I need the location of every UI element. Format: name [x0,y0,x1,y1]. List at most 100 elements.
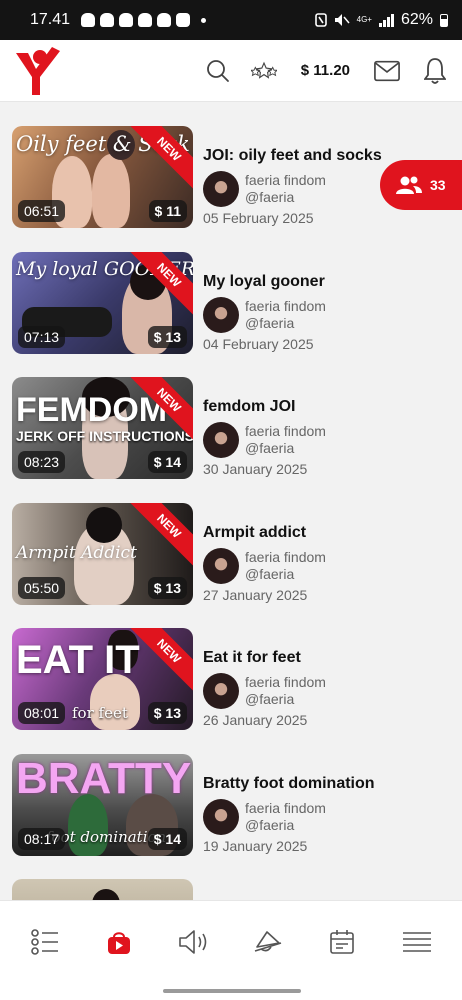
video-date: 19 January 2025 [203,837,308,854]
video-info: Armpit addict faeria findom @faeria 27 J… [203,524,443,603]
avatar[interactable] [203,673,239,709]
app-header: $ 11.20 [0,40,462,102]
video-card[interactable]: My loyal GOONER NEW 07:13 $ 13 My loyal … [12,251,452,354]
video-price: $ 14 [147,827,187,850]
video-card[interactable]: Armpit Addict NEW 05:50 $ 13 Armpit addi… [12,502,452,605]
video-price: $ 13 [147,325,187,348]
followers-tab[interactable]: 33 [380,160,462,210]
video-date: 27 January 2025 [203,586,308,603]
snapchat-icon [100,13,115,27]
calendar-icon[interactable] [322,922,362,962]
video-list: Oily feet & Sock JOI NEW 06:51 $ 11 JOI:… [12,126,452,879]
thumbnail-text: BRATTY [16,753,192,803]
thumbnail-figure [86,506,122,543]
author-handle: @faeria [245,691,295,707]
author-row[interactable]: faeria findom @faeria [203,296,443,333]
more-notifications-icon [201,17,207,23]
video-duration: 08:01 [18,702,66,724]
video-title[interactable]: femdom JOI [203,398,443,416]
video-price: $ 14 [147,451,187,473]
users-icon [396,176,422,194]
video-card[interactable]: BRATTY foot domination 08:17 $ 14 Bratty… [12,753,452,856]
video-thumbnail[interactable]: My loyal GOONER NEW 07:13 $ 13 [12,251,193,354]
video-thumbnail[interactable]: EAT IT for feet NEW 08:01 $ 13 [12,628,193,730]
video-thumbnail[interactable]: Oily feet & Sock JOI NEW 06:51 $ 11 [12,126,193,228]
list-icon[interactable] [25,922,65,962]
thumbnail-text: FEMDOM [16,391,168,429]
mail-icon[interactable] [374,58,400,84]
battery-icon [440,13,448,27]
nfc-icon [314,13,327,27]
video-duration: 08:23 [18,451,66,473]
subscriptions-icon[interactable] [250,58,277,84]
author-row[interactable]: faeria findom @faeria [203,547,443,584]
signal-icon [378,13,394,27]
author-name[interactable]: faeria findom [245,298,326,315]
network-type: 4G+ [356,15,372,24]
avatar[interactable] [203,798,239,835]
thumbnail-subtext: for feet [72,704,128,722]
battery-level: 62% [400,11,433,28]
search-icon[interactable] [205,58,231,84]
video-date: 04 February 2025 [203,335,314,352]
mute-icon [334,14,350,26]
video-thumbnail[interactable]: FEMDOM JERK OFF INSTRUCTIONS NEW 08:23 $… [12,377,193,479]
video-duration: 08:17 [18,827,66,850]
wallet-balance[interactable]: $ 11.20 [301,62,350,79]
video-info: My loyal gooner faeria findom @faeria 04… [203,273,443,352]
thumbnail-subtext: JERK OFF INSTRUCTIONS [16,428,193,444]
thumbnail-text: Armpit Addict [16,542,137,563]
menu-icon[interactable] [397,922,437,962]
thumbnail-text: EAT IT [16,638,140,682]
bell-icon[interactable] [422,57,448,84]
video-title[interactable]: Armpit addict [203,524,443,542]
avatar[interactable] [203,422,239,458]
avatar[interactable] [203,171,239,207]
home-indicator[interactable] [163,989,301,993]
thumbnail-figure [92,154,130,228]
video-duration: 06:51 [18,200,66,222]
video-card[interactable]: FEMDOM JERK OFF INSTRUCTIONS NEW 08:23 $… [12,377,452,479]
app-logo-icon[interactable] [14,45,62,97]
video-title[interactable]: My loyal gooner [203,273,443,291]
video-info: Bratty foot domination faeria findom @fa… [203,775,443,854]
author-handle: @faeria [245,565,295,582]
video-date: 30 January 2025 [203,461,308,477]
author-handle: @faeria [245,189,295,205]
author-row[interactable]: faeria findom @faeria [203,798,443,835]
video-price: $ 13 [147,576,187,599]
video-bag-icon[interactable] [99,922,139,962]
chat-icon [176,13,191,27]
video-card[interactable]: EAT IT for feet NEW 08:01 $ 13 Eat it fo… [12,628,452,730]
video-title[interactable]: Eat it for feet [203,649,443,667]
author-row[interactable]: faeria findom @faeria [203,422,443,458]
bell-cone-icon[interactable] [248,922,288,962]
avatar[interactable] [203,547,239,584]
author-handle: @faeria [245,816,295,833]
video-thumbnail[interactable]: BRATTY foot domination 08:17 $ 14 [12,753,193,856]
author-name[interactable]: faeria findom [245,423,326,440]
video-info: femdom JOI faeria findom @faeria 30 Janu… [203,398,443,477]
video-thumbnail[interactable]: Armpit Addict NEW 05:50 $ 13 [12,502,193,605]
snapchat-icon [81,13,96,27]
author-name[interactable]: faeria findom [245,549,326,566]
author-name[interactable]: faeria findom [245,674,326,691]
followers-count: 33 [430,177,446,193]
author-handle: @faeria [245,314,295,331]
avatar[interactable] [203,296,239,333]
video-duration: 05:50 [18,576,66,599]
author-handle: @faeria [245,440,295,456]
video-duration: 07:13 [18,325,66,348]
video-date: 26 January 2025 [203,712,308,728]
video-title[interactable]: Bratty foot domination [203,775,443,793]
status-time: 17.41 [30,11,71,28]
video-price: $ 11 [148,200,187,222]
author-name[interactable]: faeria findom [245,172,326,189]
speaker-icon[interactable] [174,922,214,962]
author-row[interactable]: faeria findom @faeria [203,673,443,709]
snapchat-icon [157,13,172,27]
video-date: 05 February 2025 [203,210,314,226]
snapchat-icon [138,13,153,27]
author-name[interactable]: faeria findom [245,800,326,817]
video-price: $ 13 [147,702,187,724]
